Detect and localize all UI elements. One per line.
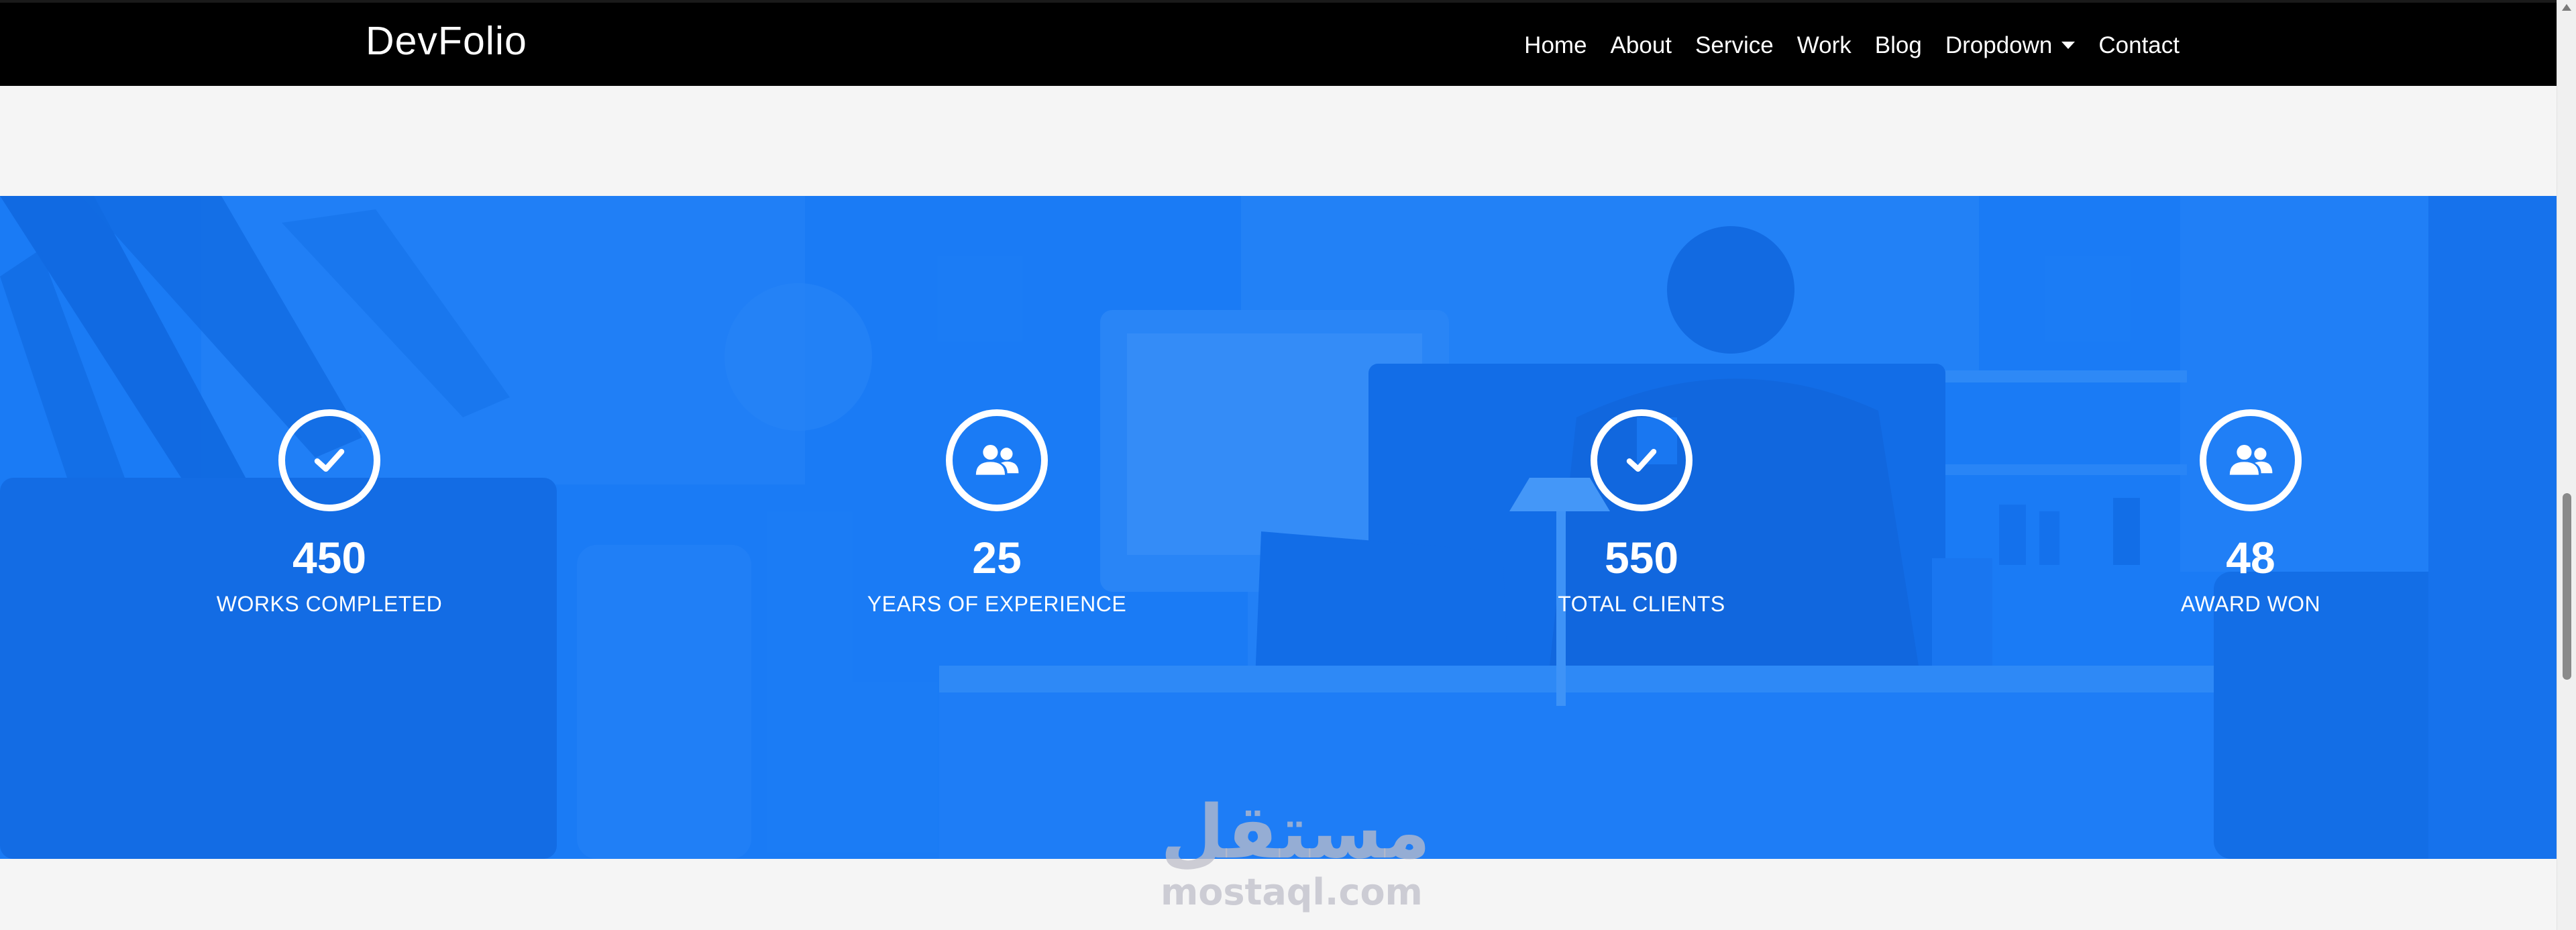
counter-label: YEARS OF EXPERIENCE <box>867 592 1127 616</box>
caret-down-icon <box>2061 42 2076 49</box>
counter-label: TOTAL CLIENTS <box>1558 592 1725 616</box>
check-icon <box>278 409 380 511</box>
watermark-latin: mostaql.com <box>1161 871 1423 913</box>
nav-link-blog[interactable]: Blog <box>1875 34 1922 57</box>
counter-awards-won: 48 AWARD WON <box>2049 409 2452 615</box>
counter-label: WORKS COMPLETED <box>216 592 443 616</box>
page: DevFolio Home About Service Work Blog Dr… <box>0 0 2576 930</box>
counter-section: 450 WORKS COMPLETED 25 YEARS OF EXPERIEN… <box>0 196 2557 859</box>
counter-value: 48 <box>2226 533 2275 582</box>
counter-value: 450 <box>292 533 367 582</box>
counter-works-completed: 450 WORKS COMPLETED <box>128 409 531 615</box>
counter-years-experience: 25 YEARS OF EXPERIENCE <box>796 409 1198 615</box>
scroll-up-arrow-icon[interactable] <box>2562 4 2571 11</box>
counter-value: 550 <box>1604 533 1679 582</box>
navbar: DevFolio Home About Service Work Blog Dr… <box>0 0 2557 86</box>
brand-logo[interactable]: DevFolio <box>366 21 527 61</box>
mostaql-watermark: مستقل mostaql.com <box>1161 789 1431 913</box>
users-icon <box>946 409 1048 511</box>
counter-value: 25 <box>972 533 1022 582</box>
counter-label: AWARD WON <box>2180 592 2321 616</box>
nav-link-about[interactable]: About <box>1611 34 1672 57</box>
nav-link-service[interactable]: Service <box>1695 34 1774 57</box>
scrollbar-thumb[interactable] <box>2563 493 2571 680</box>
watermark-arabic: مستقل <box>1161 789 1431 875</box>
check-icon <box>1591 409 1693 511</box>
counter-total-clients: 550 TOTAL CLIENTS <box>1440 409 1843 615</box>
nav-dropdown-label: Dropdown <box>1945 32 2053 58</box>
users-icon <box>2200 409 2302 511</box>
nav-link-home[interactable]: Home <box>1524 34 1587 57</box>
nav-dropdown-toggle[interactable]: Dropdown <box>1945 34 2076 57</box>
vertical-scrollbar[interactable] <box>2557 0 2576 930</box>
nav-menu: Home About Service Work Blog Dropdown Co… <box>1524 34 2180 57</box>
nav-link-contact[interactable]: Contact <box>2098 34 2180 57</box>
nav-link-work[interactable]: Work <box>1797 34 1851 57</box>
